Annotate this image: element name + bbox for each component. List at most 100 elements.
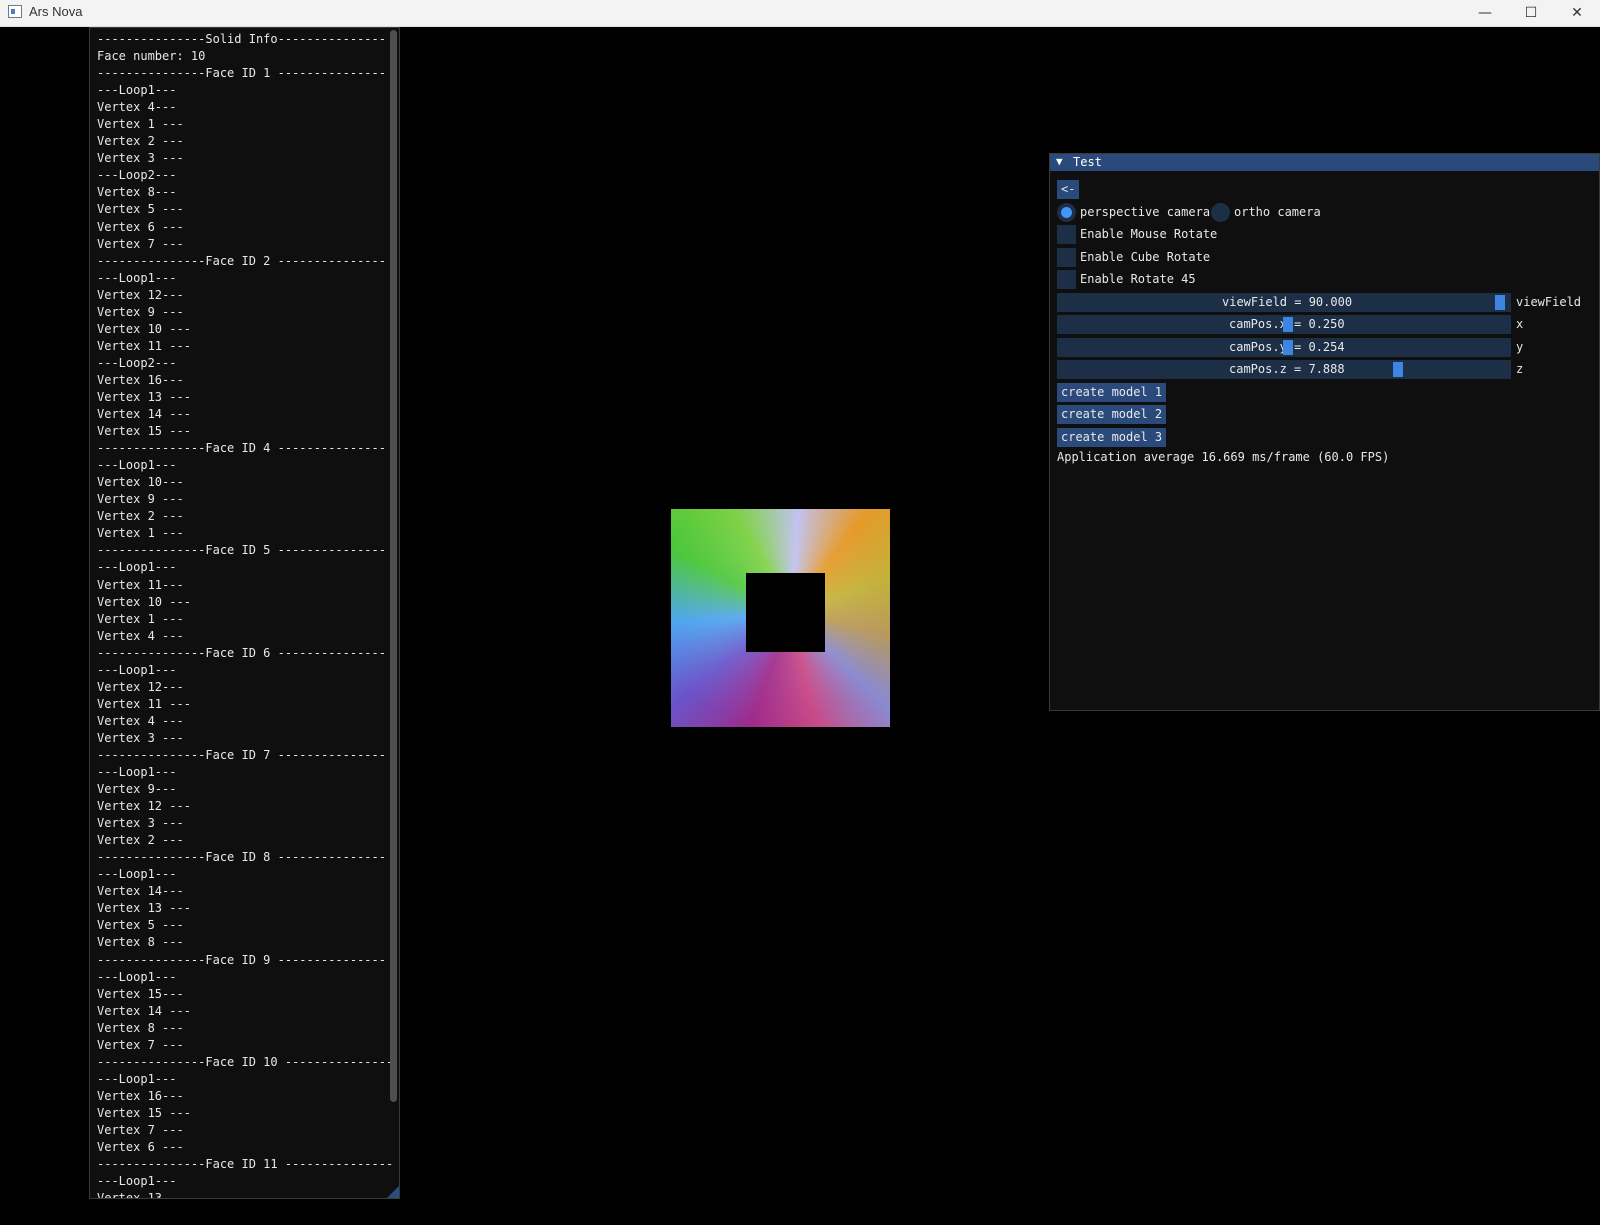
info-line: Vertex 4 --- [97, 628, 184, 643]
create-model-2-button[interactable]: create model 2 [1057, 405, 1167, 424]
info-line: Vertex 10--- [97, 475, 184, 490]
info-line: Vertex 12 --- [97, 799, 191, 814]
model-hole [746, 573, 825, 652]
info-line: Vertex 12--- [97, 287, 184, 302]
campos-y-label: y [1516, 340, 1524, 354]
info-line: ---Loop1--- [97, 867, 177, 882]
info-line: Vertex 6 --- [97, 219, 184, 234]
info-line: Vertex 12--- [97, 679, 184, 694]
info-line: ---------------Face ID 11 --------------… [97, 1157, 394, 1172]
slider-grab[interactable] [1283, 340, 1294, 355]
info-line: ---------------Face ID 6 --------------- [97, 645, 386, 660]
slider-grab[interactable] [1393, 362, 1404, 377]
test-window-title: Test [1073, 155, 1102, 169]
ortho-camera-radio[interactable] [1211, 203, 1230, 222]
mouse-rotate-label: Enable Mouse Rotate [1080, 227, 1218, 241]
info-line: Vertex 15 --- [97, 424, 191, 439]
info-line: Vertex 13--- [97, 1191, 184, 1199]
info-line: Vertex 1 --- [97, 117, 184, 132]
info-line: Vertex 10 --- [97, 594, 191, 609]
back-button[interactable]: <- [1057, 180, 1080, 199]
info-line: Vertex 11 --- [97, 696, 191, 711]
info-line: ---Loop1--- [97, 765, 177, 780]
info-line: Vertex 11--- [97, 577, 184, 592]
info-line: Vertex 16--- [97, 1088, 184, 1103]
maximize-button[interactable]: ☐ [1508, 0, 1554, 26]
info-line: Vertex 3 --- [97, 151, 184, 166]
info-line: Vertex 9 --- [97, 304, 184, 319]
create-model-1-button[interactable]: create model 1 [1057, 383, 1167, 402]
rotate-45-checkbox[interactable] [1057, 270, 1076, 289]
info-line: ---------------Solid Info--------------- [97, 32, 386, 46]
info-line: Vertex 5 --- [97, 918, 184, 933]
info-line: ---Loop1--- [97, 662, 177, 677]
test-window-header[interactable]: ▼ Test [1050, 154, 1599, 171]
info-line: Vertex 7 --- [97, 1123, 184, 1137]
slider-grab[interactable] [1283, 317, 1294, 332]
scrollbar[interactable] [390, 30, 397, 1102]
campos-z-value: camPos.z = 7.888 [1229, 362, 1345, 376]
info-line: Face number: 10 [97, 49, 206, 64]
info-line: Vertex 7 --- [97, 236, 184, 251]
info-line: ---Loop1--- [97, 1174, 177, 1189]
campos-z-slider[interactable]: camPos.z = 7.888 [1057, 360, 1511, 379]
info-line: Vertex 14 --- [97, 1003, 191, 1018]
viewfield-label: viewField [1516, 295, 1582, 309]
minimize-button[interactable]: — [1462, 0, 1508, 26]
info-line: Vertex 13 --- [97, 901, 191, 916]
info-line: ---Loop1--- [97, 969, 177, 984]
info-line: ---------------Face ID 10 --------------… [97, 1054, 394, 1069]
campos-y-slider[interactable]: camPos.y = 0.254 [1057, 338, 1511, 357]
info-line: Vertex 7 --- [97, 1037, 184, 1052]
info-line: Vertex 1 --- [97, 611, 184, 626]
perspective-camera-label: perspective camera [1080, 205, 1211, 219]
collapse-arrow-icon[interactable]: ▼ [1056, 155, 1063, 168]
info-line: ---Loop2--- [97, 355, 177, 370]
resize-grip[interactable] [387, 1186, 399, 1198]
close-button[interactable]: ✕ [1554, 0, 1600, 26]
info-line: ---Loop1--- [97, 83, 177, 98]
perspective-camera-radio[interactable] [1057, 203, 1076, 222]
ortho-camera-label: ortho camera [1234, 205, 1321, 219]
mouse-rotate-checkbox[interactable] [1057, 225, 1076, 244]
info-line: Vertex 3 --- [97, 816, 184, 831]
viewfield-value: viewField = 90.000 [1222, 295, 1353, 309]
info-line: Vertex 4--- [97, 100, 177, 115]
cube-rotate-label: Enable Cube Rotate [1080, 250, 1211, 264]
cube-rotate-checkbox[interactable] [1057, 248, 1076, 267]
info-line: ---Loop1--- [97, 560, 177, 575]
campos-x-label: x [1516, 317, 1524, 331]
test-window[interactable]: ▼ Test <- perspective camera ortho camer… [1049, 153, 1600, 711]
info-line: ---------------Face ID 7 --------------- [97, 747, 386, 762]
window-title: Ars Nova [29, 4, 83, 19]
app-icon [8, 5, 22, 18]
info-line: Vertex 9 --- [97, 492, 184, 507]
info-line: Vertex 14--- [97, 884, 184, 899]
info-line: ---------------Face ID 4 --------------- [97, 441, 386, 456]
info-line: Vertex 13 --- [97, 389, 191, 404]
info-line: Vertex 1 --- [97, 526, 184, 541]
info-line: Vertex 2 --- [97, 833, 184, 848]
info-line: ---------------Face ID 1 --------------- [97, 66, 386, 81]
info-line: Vertex 8 --- [97, 1020, 184, 1035]
campos-x-slider[interactable]: camPos.x = 0.250 [1057, 315, 1511, 334]
info-line: Vertex 10 --- [97, 321, 191, 336]
info-line: Vertex 4 --- [97, 713, 184, 728]
info-line: Vertex 8 --- [97, 935, 184, 950]
solid-info-panel[interactable]: ---------------Solid Info---------------… [89, 27, 400, 1199]
info-line: ---------------Face ID 8 --------------- [97, 850, 386, 865]
viewfield-slider[interactable]: viewField = 90.000 [1057, 293, 1511, 312]
info-line: Vertex 2 --- [97, 509, 184, 524]
title-bar: Ars Nova — ☐ ✕ [0, 0, 1600, 27]
info-line: ---------------Face ID 2 --------------- [97, 253, 386, 268]
info-line: ---------------Face ID 9 --------------- [97, 952, 386, 967]
fps-text: Application average 16.669 ms/frame (60.… [1057, 450, 1390, 464]
rotate-45-label: Enable Rotate 45 [1080, 272, 1196, 286]
rendered-model [671, 509, 890, 727]
create-model-3-button[interactable]: create model 3 [1057, 428, 1167, 447]
campos-z-label: z [1516, 362, 1524, 376]
slider-grab[interactable] [1494, 295, 1505, 310]
info-line: Vertex 2 --- [97, 134, 184, 149]
info-line: Vertex 14 --- [97, 407, 191, 422]
info-line: Vertex 9--- [97, 782, 177, 797]
